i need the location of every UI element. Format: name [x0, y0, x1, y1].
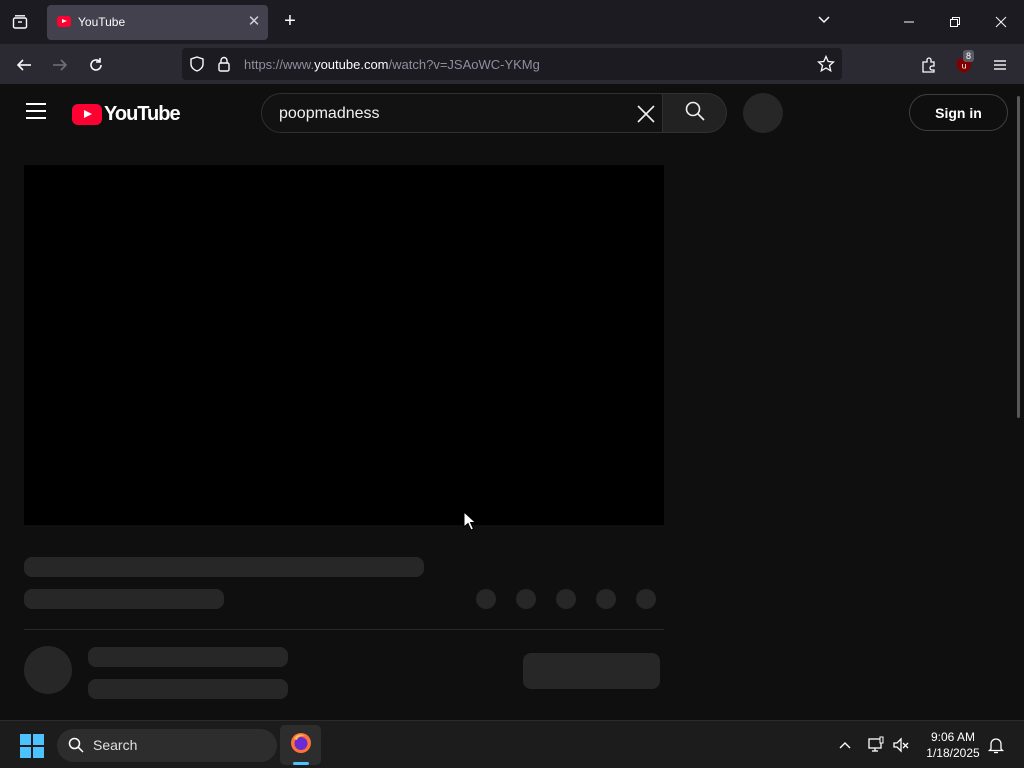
forward-icon[interactable]: [47, 52, 73, 78]
action-placeholder: [556, 589, 576, 609]
close-window-icon[interactable]: [989, 10, 1013, 34]
firefox-taskbar-button[interactable]: [280, 725, 321, 765]
url-prefix: https://www.: [244, 57, 315, 72]
clear-search-icon[interactable]: [634, 102, 658, 126]
youtube-logo[interactable]: YouTube: [72, 102, 181, 125]
bookmark-star-icon[interactable]: [816, 54, 836, 78]
extensions-puzzle-icon[interactable]: [916, 52, 942, 78]
reload-icon[interactable]: [83, 52, 109, 78]
notification-bell-icon[interactable]: [986, 735, 1006, 755]
shield-icon[interactable]: [188, 55, 206, 78]
chevron-up-icon[interactable]: [835, 735, 855, 755]
title-placeholder: [24, 557, 424, 577]
url-text: https://www.youtube.com/watch?v=JSAoWC-Y…: [244, 57, 540, 72]
youtube-logo-text: YouTube: [104, 102, 181, 125]
url-path: /watch?v=JSAoWC-YKMg: [388, 57, 540, 72]
navigation-toolbar: https://www.youtube.com/watch?v=JSAoWC-Y…: [0, 44, 1024, 84]
system-clock[interactable]: 9:06 AM 1/18/2025: [918, 729, 988, 761]
video-player[interactable]: [24, 165, 664, 525]
action-placeholder: [476, 589, 496, 609]
channel-name-placeholder: [88, 647, 288, 667]
action-placeholder: [636, 589, 656, 609]
sign-in-button[interactable]: Sign in: [909, 94, 1008, 131]
active-app-indicator: [293, 762, 309, 765]
voice-search-button[interactable]: [743, 93, 783, 133]
new-tab-icon[interactable]: +: [280, 11, 300, 31]
browser-tab[interactable]: YouTube ✕: [47, 5, 268, 40]
guide-menu-icon[interactable]: [26, 103, 46, 121]
search-icon: [68, 737, 84, 758]
tab-bar: YouTube ✕ +: [0, 0, 1024, 44]
tab-list-icon[interactable]: [8, 10, 32, 34]
chevron-down-icon[interactable]: [816, 12, 836, 32]
channel-avatar-placeholder: [24, 646, 72, 694]
network-icon[interactable]: [866, 735, 886, 755]
youtube-play-logo-icon: [72, 103, 102, 125]
windows-start-icon[interactable]: [20, 734, 44, 758]
volume-muted-icon[interactable]: [891, 735, 911, 755]
menu-hamburger-icon[interactable]: [987, 52, 1013, 78]
action-placeholder: [516, 589, 536, 609]
subscribe-placeholder: [523, 653, 660, 689]
url-host: youtube.com: [314, 57, 389, 72]
taskbar-search-box[interactable]: Search: [57, 729, 277, 762]
firefox-icon: [289, 731, 313, 760]
taskbar-search-label: Search: [93, 737, 138, 753]
tab-close-icon[interactable]: ✕: [245, 13, 263, 31]
search-button[interactable]: [663, 93, 727, 133]
clock-date: 1/18/2025: [926, 746, 980, 760]
back-icon[interactable]: [11, 52, 37, 78]
subtitle-placeholder: [24, 589, 224, 609]
action-placeholder: [596, 589, 616, 609]
divider: [24, 629, 664, 630]
youtube-page: YouTube poopmadness Sign in: [0, 84, 1024, 720]
search-icon: [684, 100, 706, 127]
youtube-favicon-icon: [57, 16, 71, 27]
svg-text:u: u: [961, 62, 966, 71]
address-bar[interactable]: https://www.youtube.com/watch?v=JSAoWC-Y…: [182, 48, 842, 80]
page-scrollbar[interactable]: [1017, 96, 1020, 418]
minimize-icon[interactable]: [897, 10, 921, 34]
search-query: poopmadness: [279, 105, 380, 122]
mouse-cursor-icon: [463, 510, 477, 536]
lock-icon[interactable]: [216, 55, 232, 78]
clock-time: 9:06 AM: [930, 730, 976, 744]
tab-title: YouTube: [78, 15, 126, 29]
windows-taskbar: Search 9:06 AM 1/18/2025: [0, 720, 1024, 768]
restore-icon[interactable]: [943, 10, 967, 34]
channel-meta-placeholder: [88, 679, 288, 699]
search-input[interactable]: poopmadness: [261, 93, 663, 133]
extension-count-badge: 8: [963, 50, 975, 62]
